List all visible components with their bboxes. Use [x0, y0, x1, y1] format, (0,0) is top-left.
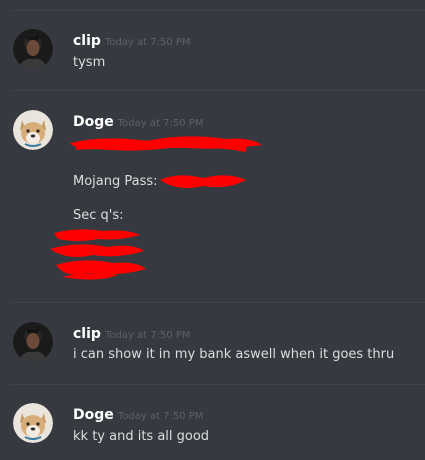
- username[interactable]: Doge: [73, 114, 114, 130]
- message-divider: [10, 384, 425, 385]
- username[interactable]: clip: [73, 326, 101, 342]
- avatar[interactable]: [13, 403, 53, 443]
- message-text: kk ty and its all good: [73, 429, 210, 444]
- message-text: i can show it in my bank aswell when it …: [73, 347, 395, 362]
- doge-avatar-image: [13, 403, 53, 443]
- avatar[interactable]: [13, 322, 53, 362]
- clip-avatar-image: [13, 29, 53, 69]
- message-text: Mojang Pass:: [73, 174, 158, 189]
- message-text: Sec q's:: [73, 208, 124, 223]
- message-divider: [10, 302, 425, 303]
- username[interactable]: clip: [73, 33, 101, 49]
- message-divider: [10, 10, 425, 11]
- avatar[interactable]: [13, 110, 53, 150]
- message-header: clip Today at 7:50 PM: [73, 30, 191, 49]
- redaction-scribble: [50, 229, 146, 280]
- message-divider: [10, 90, 425, 91]
- message-header: Doge Today at 7:50 PM: [73, 404, 203, 423]
- timestamp: Today at 7:50 PM: [117, 118, 204, 129]
- timestamp: Today at 7:50 PM: [104, 37, 191, 48]
- redaction-scribble: [70, 136, 262, 152]
- clip-avatar-image: [13, 322, 53, 362]
- message-header: clip Today at 7:50 PM: [73, 323, 191, 342]
- doge-avatar-image: [13, 110, 53, 150]
- redaction-scribble: [160, 175, 246, 188]
- chat-message-list[interactable]: clip Today at 7:50 PM tysm Doge Today at 7…: [0, 0, 425, 460]
- timestamp: Today at 7:50 PM: [104, 330, 191, 341]
- timestamp: Today at 7:50 PM: [117, 411, 204, 422]
- avatar[interactable]: [13, 29, 53, 69]
- message-text: tysm: [73, 55, 106, 70]
- username[interactable]: Doge: [73, 407, 114, 423]
- message-header: Doge Today at 7:50 PM: [73, 111, 203, 130]
